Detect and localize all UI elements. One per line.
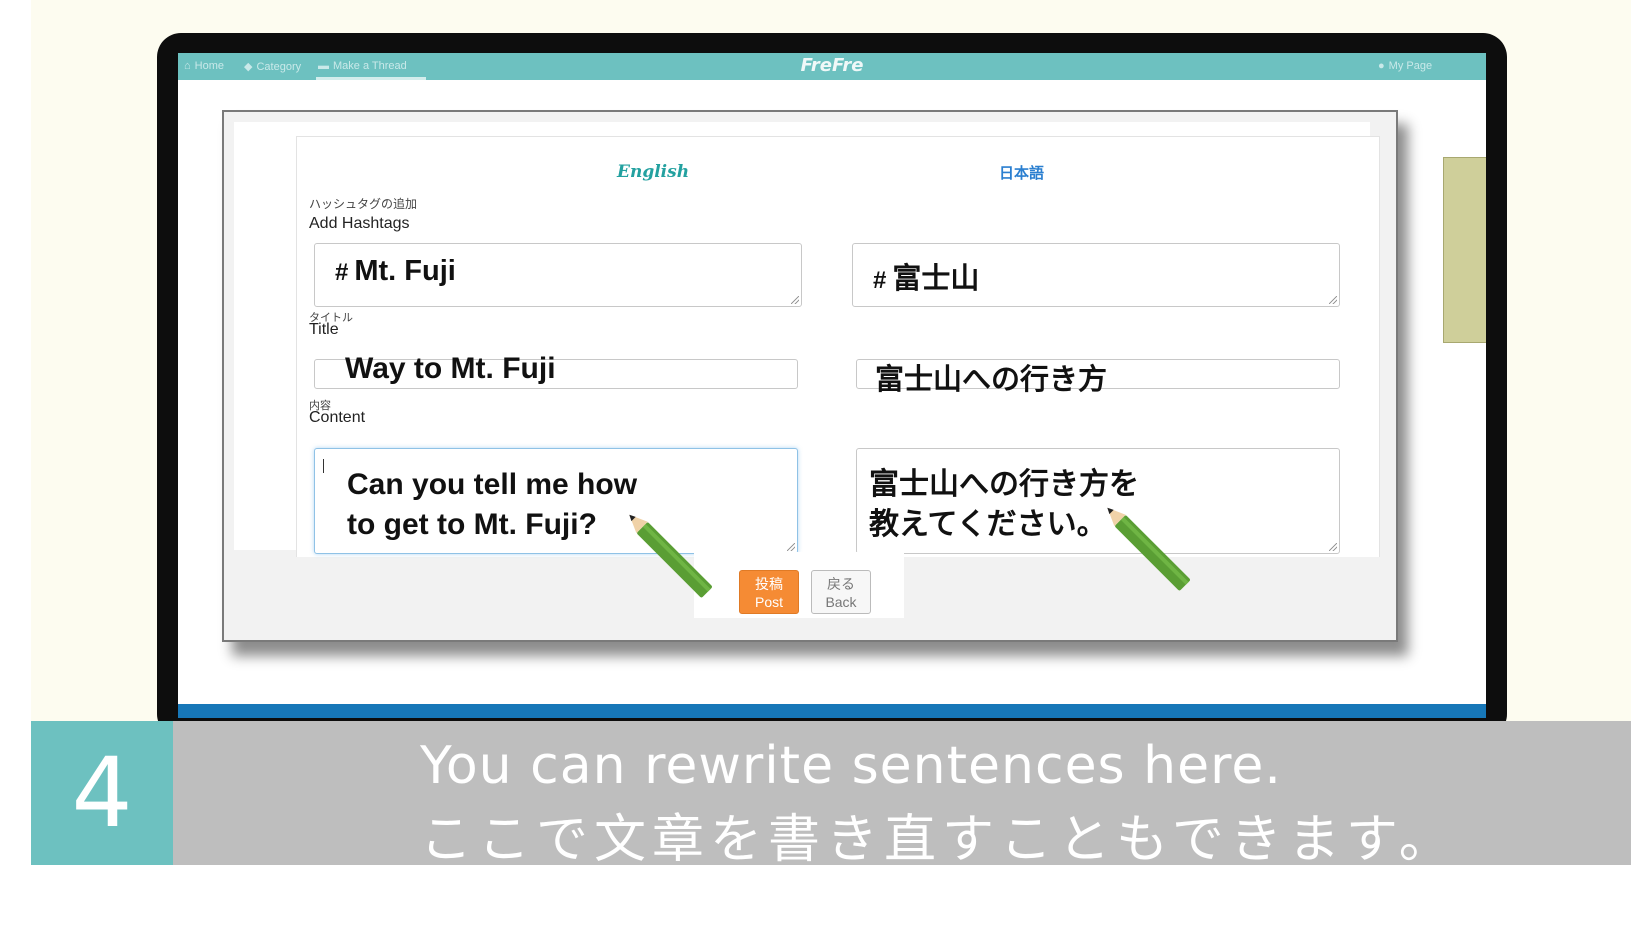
post-button-label-ja: 投稿 xyxy=(755,576,783,592)
resize-grip-icon[interactable] xyxy=(787,543,795,551)
content-value-english: Can you tell me how to get to Mt. Fuji? xyxy=(347,468,638,541)
title-value-japanese: 富士山への行き方 xyxy=(875,364,1108,396)
back-button-label-ja: 戻る xyxy=(827,576,855,592)
title-input-english[interactable]: Way to Mt. Fuji xyxy=(314,352,798,389)
hashtag-value-english: # Mt. Fuji xyxy=(335,255,456,288)
hashtag-text-english: Mt. Fuji xyxy=(354,255,456,287)
tab-japanese[interactable]: 日本語 xyxy=(999,162,1044,183)
nav-active-indicator xyxy=(316,77,426,80)
title-label: Title xyxy=(309,321,339,338)
top-navbar: ⌂ Home ◆ Category ▬ Make a Thread FreFre… xyxy=(178,53,1486,80)
content-label: Content xyxy=(309,409,366,426)
bilingual-form: English 日本語 ハッシュタグの追加 Add Hashtags # Mt. … xyxy=(296,136,1380,557)
back-button-label: Back xyxy=(825,594,857,610)
step-number: 4 xyxy=(31,721,173,865)
post-button-label: Post xyxy=(754,594,783,610)
hashtag-value-japanese: # 富士山 xyxy=(873,255,979,297)
hashtag-input-japanese[interactable]: # 富士山 xyxy=(852,243,1340,307)
caption-english: You can rewrite sentences here. xyxy=(420,736,1282,796)
post-button[interactable]: 投稿 Post xyxy=(739,570,799,614)
hash-symbol: # xyxy=(873,267,887,294)
resize-grip-icon[interactable] xyxy=(1329,543,1337,551)
tab-english[interactable]: English xyxy=(617,162,689,182)
nav-my-page[interactable]: ● My Page xyxy=(1378,60,1432,72)
back-button[interactable]: 戻る Back xyxy=(811,570,871,614)
hashtags-label: Add Hashtags xyxy=(309,215,410,232)
brand-logo[interactable]: FreFre xyxy=(178,55,1486,76)
title-input-japanese[interactable]: 富士山への行き方 xyxy=(856,359,1340,396)
content-value-japanese: 富士山への行き方を 教えてください。 xyxy=(869,468,1139,541)
pencil-icon xyxy=(629,514,712,598)
resize-grip-icon[interactable] xyxy=(1329,296,1337,304)
text-caret xyxy=(323,459,324,473)
background-thumbnail xyxy=(1443,157,1486,343)
hash-symbol: # xyxy=(335,259,349,286)
user-icon: ● xyxy=(1378,60,1385,72)
form-area: English 日本語 ハッシュタグの追加 Add Hashtags # Mt. … xyxy=(234,122,1380,557)
pencil-icon xyxy=(1107,507,1190,591)
app-screen: ⌂ Home ◆ Category ▬ Make a Thread FreFre… xyxy=(178,53,1486,718)
hashtag-text-japanese: 富士山 xyxy=(892,263,980,295)
title-value-english: Way to Mt. Fuji xyxy=(345,352,556,385)
resize-grip-icon[interactable] xyxy=(791,296,799,304)
caption-japanese: ここで文章を書き直すこともできます。 xyxy=(420,810,1457,870)
hashtags-label-ja: ハッシュタグの追加 xyxy=(309,197,418,211)
hashtag-input-english[interactable]: # Mt. Fuji xyxy=(314,243,802,307)
footer-band xyxy=(178,704,1486,718)
nav-my-page-label: My Page xyxy=(1388,60,1433,72)
content-textarea-japanese[interactable]: 富士山への行き方を 教えてください。 xyxy=(856,448,1340,554)
